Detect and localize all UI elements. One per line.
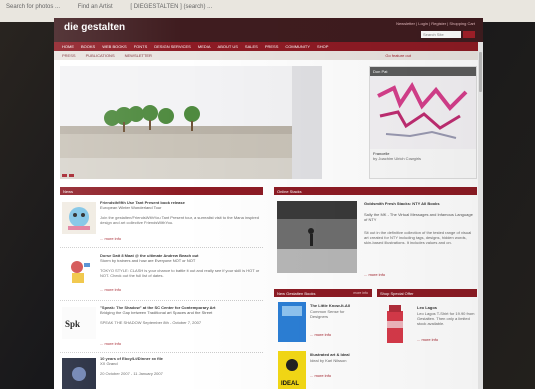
news-thumb: Spk: [62, 307, 96, 339]
toolbar-link[interactable]: Find an Artist: [78, 4, 113, 10]
video-header-label: Online Stacks: [277, 189, 302, 194]
news-header: News: [60, 187, 263, 195]
feature-text: by Joachim Ulrich Cowgirls: [373, 156, 422, 161]
video-description: Sit out in the definitive collection of …: [364, 230, 472, 245]
feature-title[interactable]: Francelle: [370, 149, 476, 156]
nav-item-sales[interactable]: SALES: [245, 44, 258, 49]
book-subtitle: Ideal by Karl Nilsson: [310, 358, 347, 363]
shop-text: Leo Lagos T-Shirt for 19.90 from Gestalt…: [417, 311, 475, 326]
site-logo[interactable]: die gestalten: [64, 22, 125, 33]
nav-item-media[interactable]: MEDIA: [198, 44, 211, 49]
nav-item-web-books[interactable]: WEB BOOKS: [102, 44, 126, 49]
nav-item-home[interactable]: HOME: [62, 44, 74, 49]
site-header: die gestalten Newsletter | Login | Regis…: [54, 18, 483, 42]
video-header: Online Stacks: [274, 187, 477, 195]
news-item[interactable]: Spk "Speak: The Shadow" at the SC Center…: [60, 301, 263, 353]
feature-link[interactable]: Go feature out: [385, 53, 411, 58]
video-box[interactable]: Goldsmith Fresh Stacks: NTY All Books Sa…: [274, 196, 477, 281]
news-subtitle: Storm by trainers and how are Everyone N…: [100, 258, 196, 263]
news-item[interactable]: 10 years of Eboy/Lt/Dinner xx file XX Gr…: [60, 352, 263, 389]
hero-image: [60, 66, 322, 179]
slideshow-pager[interactable]: [62, 174, 74, 177]
shop-header: Shop Special Offer: [377, 289, 477, 297]
news-thumb: [62, 202, 96, 234]
news-description: Join the gestalten/FriendsWithYou Tant P…: [100, 215, 259, 225]
main-nav: HOME BOOKS WEB BOOKS FONTS DESIGN SERVIC…: [54, 42, 483, 51]
sub-nav: PRESS PUBLICATIONS NEWSLETTER Go feature…: [54, 51, 483, 60]
subnav-item-press[interactable]: PRESS: [62, 53, 76, 58]
more-info-link[interactable]: ... more info: [100, 236, 121, 241]
news-subtitle: European Winter Wonderland Tour: [100, 205, 162, 210]
toolbar-link[interactable]: Search for photos ...: [6, 4, 60, 10]
search-button[interactable]: [463, 31, 475, 38]
book-title[interactable]: Illustrated art & Ideal: [310, 352, 362, 357]
nav-item-about-us[interactable]: ABOUT US: [218, 44, 238, 49]
svg-text:Spk: Spk: [65, 319, 80, 329]
toolbar-link[interactable]: [ DIEGESTALTEN ] (search) ...: [130, 4, 212, 10]
book-title[interactable]: The Little Know-It-All: [310, 303, 362, 308]
subnav-item-newsletter[interactable]: NEWSLETTER: [125, 53, 152, 58]
book-cover: [278, 302, 306, 342]
more-info-link[interactable]: ... more info: [417, 337, 438, 342]
news-thumb: [62, 255, 96, 287]
more-info-link[interactable]: ... more info: [310, 332, 331, 337]
news-description: SPEAK THE SHADOW September 8th - October…: [100, 320, 202, 325]
search-input[interactable]: Search Site: [421, 31, 461, 38]
book-item[interactable]: IDEAL Illustrated art & Ideal Ideal by K…: [278, 351, 362, 389]
more-info-link[interactable]: ... more info: [364, 272, 385, 277]
more-info-link[interactable]: ... more info: [100, 287, 121, 292]
news-thumb: [62, 358, 96, 389]
book-subtitle: Common Sense for Designers: [310, 309, 345, 319]
shop-offer[interactable]: Leo Lagos Leo Lagos T-Shirt for 19.90 fr…: [377, 301, 477, 355]
feature-box[interactable]: Don Pat Francelle by Joachim Ulrich Cowg…: [369, 66, 477, 179]
nav-item-fonts[interactable]: FONTS: [134, 44, 148, 49]
more-info-link[interactable]: ... more info: [100, 341, 121, 346]
shop-header-label: Shop Special Offer: [380, 291, 414, 296]
news-description: TOKYO STYLE: CLASH is your chance to bat…: [100, 268, 260, 278]
books-header-label: New Gestalten Books: [277, 291, 316, 296]
feature-header: Don Pat: [370, 67, 476, 76]
spray-can-image: [383, 305, 407, 345]
video-thumb[interactable]: [277, 201, 357, 273]
vertical-scrollbar[interactable]: [478, 42, 483, 389]
nav-item-books[interactable]: BOOKS: [81, 44, 95, 49]
nav-item-press[interactable]: PRESS: [265, 44, 279, 49]
top-links[interactable]: Newsletter | Login | Register | Shopping…: [396, 21, 475, 26]
nav-item-design-services[interactable]: DESIGN SERVICES: [154, 44, 191, 49]
book-cover-text: IDEAL: [281, 381, 299, 387]
video-subtitle: Sally the MK - The Virtual Messages and …: [364, 212, 473, 222]
browser-viewport: die gestalten Newsletter | Login | Regis…: [54, 18, 483, 389]
news-header-label: News: [63, 189, 74, 194]
video-title[interactable]: Goldsmith Fresh Stacks: NTY All Books: [364, 201, 474, 206]
feature-graffiti-image: [370, 76, 476, 149]
book-item[interactable]: The Little Know-It-All Common Sense for …: [278, 302, 362, 352]
scroll-thumb[interactable]: [479, 52, 482, 92]
books-header: New Gestalten Books more info: [274, 289, 372, 297]
books-more-link[interactable]: more info: [353, 291, 368, 295]
news-item[interactable]: Dorse Datt 8 Maat @ the ultimate Andrew …: [60, 249, 263, 301]
news-description: 20 October 2007 - 11 January 2007: [100, 371, 163, 376]
nav-item-community[interactable]: COMMUNITY: [285, 44, 310, 49]
news-subtitle: XX Grand: [100, 361, 118, 366]
hero-slideshow[interactable]: [60, 66, 322, 179]
more-info-link[interactable]: ... more info: [310, 373, 331, 378]
news-subtitle: Bridging the Gap between Traditional art…: [100, 310, 213, 315]
nav-item-shop[interactable]: SHOP: [317, 44, 328, 49]
subnav-item-publications[interactable]: PUBLICATIONS: [86, 53, 115, 58]
news-item[interactable]: Friendsthfifth Use Tant Present book rel…: [60, 196, 263, 248]
book-cover: IDEAL: [278, 351, 306, 389]
shop-title[interactable]: Leo Lagos: [417, 305, 475, 310]
